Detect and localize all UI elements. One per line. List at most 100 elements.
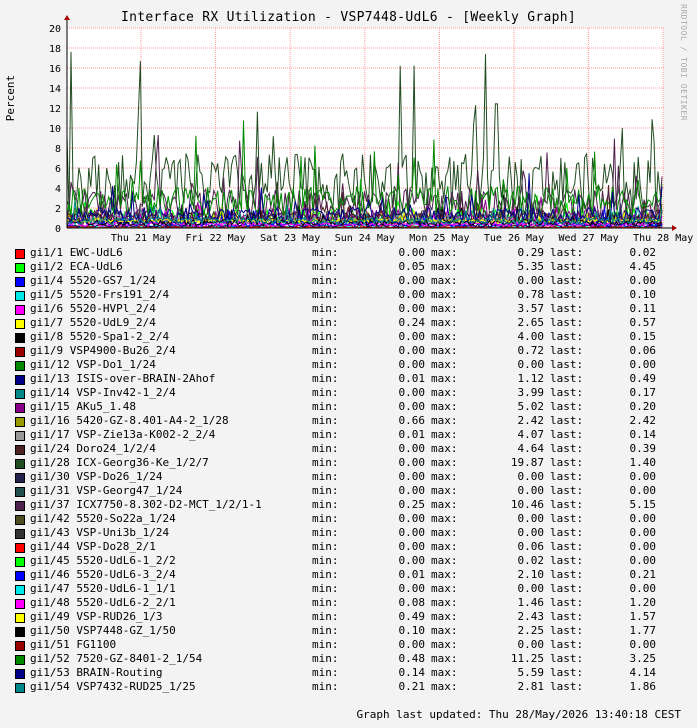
legend-min-value: 0.00 [398,582,426,595]
legend-last-value: 0.00 [629,484,657,497]
legend-min-label: min: [312,484,339,497]
legend-last-value: 0.00 [629,638,657,651]
legend-min-label: min: [312,582,339,595]
y-tick-label: 12 [49,104,61,115]
legend-min-label: min: [312,302,339,315]
y-tick-label: 0 [55,224,61,235]
legend-max-label: max: [431,624,458,637]
legend-last-value: 3.25 [629,652,657,665]
legend-last-value: 0.00 [629,526,657,539]
legend-min-label: min: [312,540,339,553]
legend-max-label: max: [431,596,458,609]
legend-min-value: 0.00 [398,456,426,469]
legend-row: gi1/50 VSP7448-GZ_1/50 min: 0.10 max: 2.25 la… [15,624,695,638]
legend-max-label: max: [431,288,458,301]
legend-swatch [15,305,25,315]
legend-row: gi1/48 5520-UdL6-2_2/1 min: 0.08 max: 1.46 la… [15,596,695,610]
legend-row: gi1/30 VSP-Do26_1/24 min: 0.00 max: 0.00 last… [15,470,695,484]
legend-swatch [15,459,25,469]
legend-series-name: gi1/28 ICX-Georg36-Ke_1/2/7 [30,456,209,469]
legend-max-value: 2.81 [517,680,545,693]
legend-last-value: 1.40 [629,456,657,469]
legend-min-value: 0.00 [398,554,426,567]
legend-row: gi1/52 7520-GZ-8401-2_1/54 min: 0.48 max: 11… [15,652,695,666]
legend-min-label: min: [312,680,339,693]
plot-area: 0 2 4 6 8 10 12 14 16 18 20 Thu 21 May Fri 22 May Sat… [49,15,693,244]
legend-series-name: gi1/37 ICX7750-8.302-D2-MCT_1/2/1-1 [30,498,262,511]
legend-max-value: 5.02 [517,400,545,413]
legend-swatch [15,487,25,497]
legend-series-name: gi1/45 5520-UdL6-1_2/2 [30,554,176,567]
legend-last-value: 1.86 [629,680,657,693]
legend-last-value: 0.02 [629,246,657,259]
legend-row: gi1/47 5520-UdL6-1_1/1 min: 0.00 max: 0.00 la… [15,582,695,596]
legend-max-value: 4.64 [517,442,545,455]
legend-series-name: gi1/2 ECA-UdL6 [30,260,123,273]
legend-last-label: last: [550,330,584,343]
legend-min-value: 0.00 [398,288,426,301]
legend-max-value: 0.72 [517,344,545,357]
legend-swatch [15,361,25,371]
legend-max-label: max: [431,680,458,693]
legend-series-name: gi1/4 5520-GS7_1/24 [30,274,156,287]
graph-frame: Interface RX Utilization - VSP7448-UdL6 … [0,0,697,728]
y-tick-label: 2 [55,204,61,215]
legend-row: gi1/49 VSP-RUD26_1/3 min: 0.49 max: 2.43 last… [15,610,695,624]
legend-max-value: 10.46 [510,498,544,511]
x-tick-label: Tue 26 May [484,233,544,244]
legend-last-value: 0.00 [629,540,657,553]
legend-last-value: 1.20 [629,596,657,609]
legend-series-name: gi1/6 5520-HVPl_2/4 [30,302,156,315]
legend-max-value: 5.35 [517,260,545,273]
legend-min-label: min: [312,610,339,623]
legend-min-value: 0.01 [398,568,426,581]
legend-swatch [15,627,25,637]
legend-max-value: 4.07 [517,428,545,441]
legend-min-value: 0.00 [398,540,426,553]
legend-series-name: gi1/24 Doro24_1/2/4 [30,442,156,455]
legend-swatch [15,417,25,427]
legend-min-label: min: [312,414,339,427]
legend-min-value: 0.00 [398,470,426,483]
legend-min-value: 0.00 [398,302,426,315]
legend-max-value: 2.25 [517,624,545,637]
legend-series-name: gi1/50 VSP7448-GZ_1/50 [30,624,176,637]
legend-last-label: last: [550,624,584,637]
legend-min-value: 0.10 [398,624,426,637]
legend-last-value: 0.10 [629,288,657,301]
legend-min-label: min: [312,358,339,371]
legend-series-name: gi1/31 VSP-Georg47_1/24 [30,484,183,497]
legend-last-label: last: [550,610,584,623]
legend-row: gi1/17 VSP-Zie13a-K002-2_2/4 min: 0.01 max:… [15,428,695,442]
legend-row: gi1/15 AKu5_1.48 min: 0.00 max: 5.02 last: 0.2… [15,400,695,414]
legend-last-label: last: [550,302,584,315]
legend-last-value: 0.21 [629,568,657,581]
legend-max-value: 2.10 [517,568,545,581]
legend-max-value: 19.87 [510,456,544,469]
legend-series-name: gi1/48 5520-UdL6-2_2/1 [30,596,176,609]
legend-max-value: 5.59 [517,666,545,679]
legend-max-label: max: [431,246,458,259]
legend-swatch [15,683,25,693]
legend-last-label: last: [550,498,584,511]
legend-row: gi1/54 VSP7432-RUD25_1/25 min: 0.21 max: 2.8… [15,680,695,694]
legend-min-label: min: [312,568,339,581]
legend-max-label: max: [431,386,458,399]
legend-series-name: gi1/5 5520-Frs191_2/4 [30,288,170,301]
legend-min-label: min: [312,470,339,483]
legend-swatch [15,515,25,525]
legend-last-value: 0.00 [629,512,657,525]
legend-min-value: 0.49 [398,610,426,623]
legend-max-value: 0.00 [517,638,545,651]
legend-series-name: gi1/43 VSP-Uni3b_1/24 [30,526,170,539]
legend-min-label: min: [312,372,339,385]
legend-swatch [15,277,25,287]
legend-last-label: last: [550,372,584,385]
legend-series-name: gi1/9 VSP4900-Bu26_2/4 [30,344,176,357]
legend-min-label: min: [312,260,339,273]
legend-max-value: 0.78 [517,288,545,301]
legend-min-value: 0.25 [398,498,426,511]
legend-swatch [15,431,25,441]
legend-last-label: last: [550,442,584,455]
legend-min-value: 0.00 [398,330,426,343]
